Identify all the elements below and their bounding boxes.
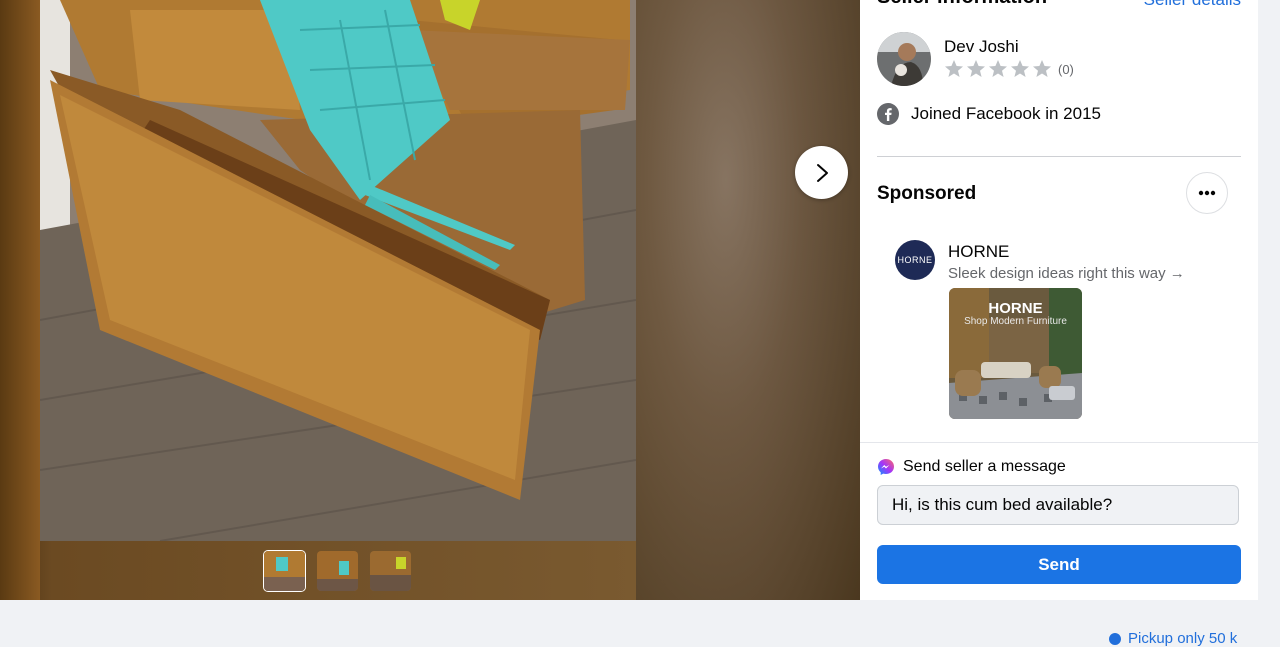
thumbnail-3[interactable] (370, 551, 411, 591)
rating-count: (0) (1058, 61, 1074, 77)
viewer-backdrop-left (0, 0, 40, 600)
sponsored-heading: Sponsored (877, 183, 977, 204)
viewer-backdrop-right (636, 0, 860, 600)
message-header-text: Send seller a message (903, 458, 1066, 475)
next-photo-button[interactable] (795, 146, 848, 199)
message-input[interactable] (877, 485, 1239, 525)
advertiser-logo[interactable]: HORNE (895, 240, 935, 280)
section-divider (877, 156, 1241, 157)
thumbnail-1[interactable] (264, 551, 305, 591)
advertiser-name[interactable]: HORNE (948, 242, 1009, 262)
more-horizontal-icon (1198, 190, 1216, 196)
send-button[interactable]: Send (877, 545, 1241, 584)
ad-image-brand: HORNE (988, 300, 1043, 317)
chevron-right-icon (816, 163, 828, 182)
seller-rating: (0) (944, 59, 1074, 79)
ad-tagline[interactable]: Sleek design ideas right this way → (948, 265, 1185, 282)
photo-thumbnails (264, 551, 411, 591)
seller-avatar[interactable] (877, 32, 931, 86)
messenger-icon (878, 459, 894, 475)
message-header: Send seller a message (877, 458, 1066, 476)
seller-information-heading: Seller information (877, 0, 1047, 9)
ad-image[interactable]: HORNE Shop Modern Furniture (949, 288, 1082, 419)
listing-side-panel: Seller information Seller details Dev Jo… (860, 0, 1258, 600)
joined-text: Joined Facebook in 2015 (911, 104, 1101, 123)
media-viewer (0, 0, 860, 600)
listing-photo (40, 0, 636, 541)
sponsored-more-button[interactable] (1186, 172, 1228, 214)
thumbnail-2[interactable] (317, 551, 358, 591)
star-rating-icon (945, 60, 1051, 77)
facebook-icon (877, 103, 899, 125)
joined-info: Joined Facebook in 2015 (877, 103, 1101, 125)
seller-details-link[interactable]: Seller details (1144, 0, 1241, 10)
message-divider (860, 442, 1258, 443)
ad-image-subtitle: Shop Modern Furniture (964, 316, 1067, 327)
page-edge (1258, 0, 1280, 600)
seller-name[interactable]: Dev Joshi (944, 37, 1019, 57)
